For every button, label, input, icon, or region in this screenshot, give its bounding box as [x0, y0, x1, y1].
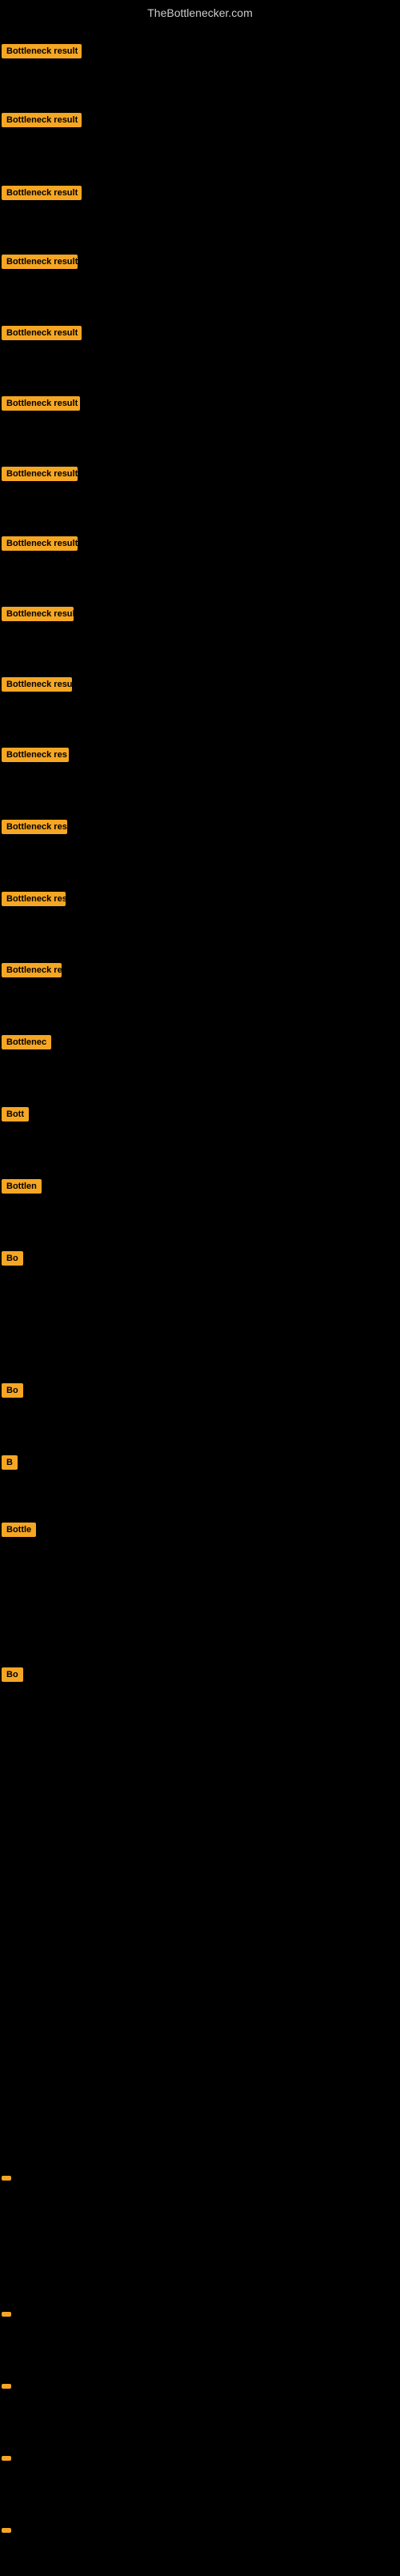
bottleneck-badge[interactable]: [2, 2528, 11, 2533]
bottleneck-badge[interactable]: [2, 2384, 11, 2389]
bottleneck-badge[interactable]: Bottleneck re: [2, 963, 62, 977]
bottleneck-badge[interactable]: Bott: [2, 1107, 29, 1121]
bottleneck-badge[interactable]: Bottlenec: [2, 1035, 51, 1049]
bottleneck-badge[interactable]: Bottleneck result: [2, 467, 78, 481]
bottleneck-badge[interactable]: Bottleneck result: [2, 186, 82, 200]
bottleneck-badge[interactable]: Bo: [2, 1667, 23, 1682]
bottleneck-badge[interactable]: Bottleneck resul: [2, 607, 74, 621]
bottleneck-badge[interactable]: [2, 2312, 11, 2317]
bottleneck-badge[interactable]: Bottleneck resu: [2, 677, 72, 692]
bottleneck-badge[interactable]: Bottleneck result: [2, 44, 82, 58]
bottleneck-badge[interactable]: Bottleneck result: [2, 396, 80, 411]
site-title: TheBottlenecker.com: [0, 0, 400, 22]
bottleneck-badge[interactable]: B: [2, 1455, 18, 1470]
bottleneck-badge[interactable]: Bottleneck res: [2, 820, 67, 834]
bottleneck-badge[interactable]: Bottleneck result: [2, 113, 82, 127]
bottleneck-badge[interactable]: Bottlen: [2, 1179, 42, 1194]
bottleneck-badge[interactable]: Bottleneck res: [2, 748, 69, 762]
bottleneck-badge[interactable]: Bottleneck result: [2, 326, 82, 340]
bottleneck-badge[interactable]: [2, 2456, 11, 2461]
bottleneck-badge[interactable]: Bottleneck result: [2, 536, 78, 551]
bottleneck-badge[interactable]: Bottleneck res: [2, 892, 66, 906]
bottleneck-badge[interactable]: [2, 2176, 11, 2181]
bottleneck-badge[interactable]: Bo: [2, 1251, 23, 1266]
bottleneck-badge[interactable]: Bottle: [2, 1523, 36, 1537]
bottleneck-badge[interactable]: Bo: [2, 1383, 23, 1398]
bottleneck-badge[interactable]: Bottleneck result: [2, 255, 78, 269]
